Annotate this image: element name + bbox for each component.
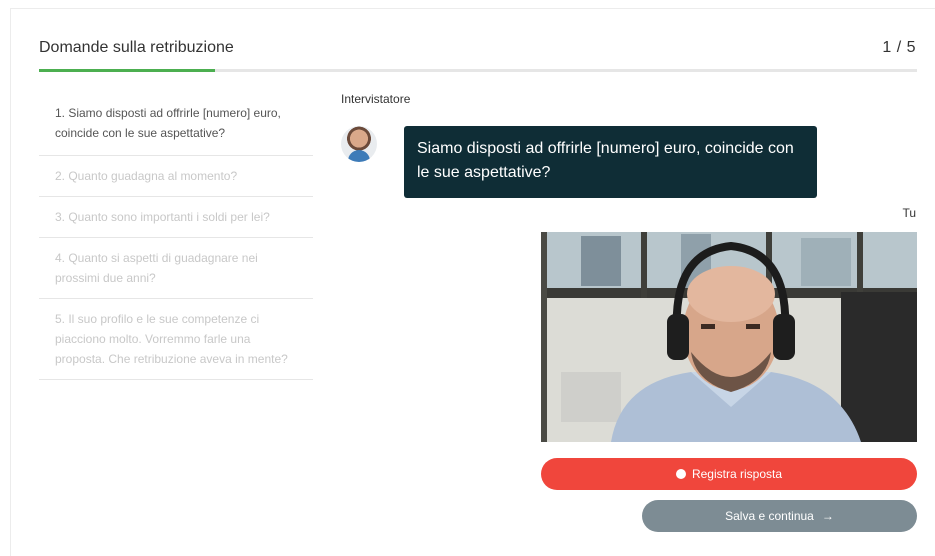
section-title: Domande sulla retribuzione: [39, 39, 234, 56]
interview-card: Domande sulla retribuzione 1 / 5 1. Siam…: [10, 8, 935, 556]
question-item-2[interactable]: 2. Quanto guadagna al momento?: [39, 156, 313, 197]
save-continue-label: Salva e continua: [725, 509, 814, 523]
question-item-1[interactable]: 1. Siamo disposti ad offrirle [numero] e…: [39, 89, 313, 156]
question-item-4[interactable]: 4. Quanto si aspetti di guadagnare nei p…: [39, 238, 313, 299]
progress-bar: [39, 69, 917, 72]
interviewer-avatar: [341, 126, 377, 162]
record-dot-icon: [675, 469, 686, 479]
question-item-3[interactable]: 3. Quanto sono importanti i soldi per le…: [39, 197, 313, 238]
interviewer-label: Intervistatore: [341, 92, 411, 106]
webcam-video-frame: [541, 232, 917, 442]
you-label: Tu: [902, 206, 916, 220]
question-counter: 1 / 5: [882, 39, 916, 56]
arrow-right-icon: →: [821, 509, 834, 523]
interviewer-message-bubble: Siamo disposti ad offrirle [numero] euro…: [404, 126, 817, 198]
question-list: 1. Siamo disposti ad offrirle [numero] e…: [39, 89, 313, 380]
save-continue-button[interactable]: Salva e continua →: [642, 500, 917, 532]
progress-bar-fill: [39, 69, 215, 72]
question-item-5[interactable]: 5. Il suo profilo e le sue competenze ci…: [39, 299, 313, 380]
webcam-video: [541, 232, 917, 442]
record-answer-label: Registra risposta: [691, 467, 783, 481]
record-answer-button[interactable]: Registra risposta: [541, 458, 917, 490]
